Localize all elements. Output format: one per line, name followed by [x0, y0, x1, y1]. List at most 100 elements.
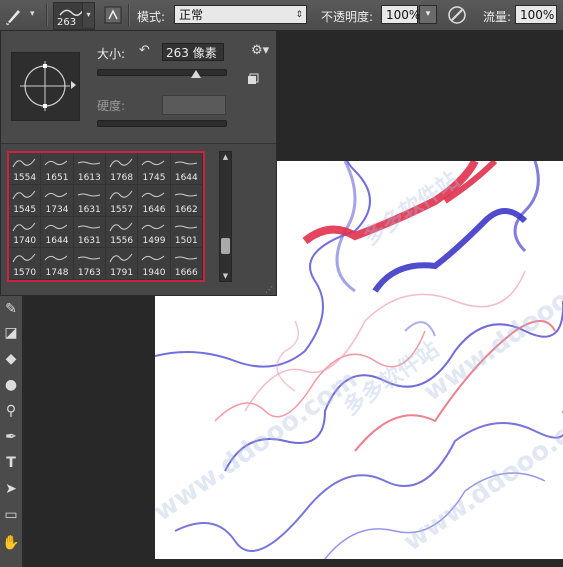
type-tool-icon[interactable]: T — [2, 454, 20, 472]
size-input[interactable]: 263 像素 — [162, 43, 224, 61]
brush-stroke-thumbnail-icon — [44, 255, 68, 261]
eraser-tool-icon[interactable]: ◪ — [2, 324, 20, 342]
brush-stroke-thumbnail-icon — [174, 161, 197, 165]
brush-preset-item[interactable]: 1768 — [105, 153, 139, 185]
brush-preset-item[interactable]: 1791 — [105, 248, 139, 280]
brush-tool-icon[interactable]: ✎ — [2, 300, 20, 318]
brush-preset-item[interactable]: 1748 — [41, 248, 74, 280]
brush-preset-size: 1644 — [174, 172, 198, 183]
brush-preset-item[interactable]: 1644 — [41, 216, 74, 249]
brush-preset-item[interactable]: 1646 — [138, 184, 171, 217]
brush-preset-item[interactable]: 1554 — [9, 153, 42, 185]
brush-preset-item[interactable]: 1666 — [170, 248, 203, 280]
rectangle-tool-icon[interactable]: ▭ — [2, 506, 20, 524]
brush-preset-item[interactable]: 1734 — [41, 184, 74, 217]
brush-stroke-thumbnail-icon — [141, 160, 165, 166]
brush-preset-size: 1791 — [110, 268, 134, 278]
brush-stroke-thumbnail-icon — [12, 253, 36, 263]
brush-stroke-thumbnail-icon — [77, 225, 100, 228]
pressure-opacity-icon[interactable] — [446, 4, 468, 26]
brush-preset-item[interactable]: 1631 — [73, 184, 106, 217]
toolbox: ✎ ◪ ◆ ● ⚲ ✒ T ➤ ▭ ✋ — [0, 296, 23, 567]
brush-preset-size: 1613 — [77, 172, 101, 183]
hand-tool-icon[interactable]: ✋ — [2, 534, 20, 552]
brush-stroke-thumbnail-icon — [44, 192, 68, 198]
preset-list: 1554 1651 1613 1768 1745 1644 1545 1734 1631 1557… — [1, 145, 276, 295]
brush-stroke-thumbnail-icon — [44, 160, 68, 166]
size-slider-thumb[interactable] — [191, 70, 201, 78]
brush-stroke-thumbnail-icon — [44, 224, 68, 229]
hardness-input — [162, 95, 226, 115]
flow-input[interactable]: 100% — [515, 5, 557, 24]
brush-preset-picker-button[interactable]: 263 ▾ — [53, 2, 95, 30]
mode-label: 模式: — [137, 10, 166, 24]
brush-preset-size: 1768 — [110, 172, 134, 183]
brush-preset-item[interactable]: 1613 — [73, 153, 106, 185]
preset-scrollbar[interactable]: ▲ ▼ — [219, 151, 232, 282]
brush-preset-item[interactable]: 1499 — [138, 216, 171, 249]
mode-select[interactable]: 正常 ⇕ — [174, 5, 307, 24]
gear-icon[interactable]: ⚙▾ — [251, 43, 269, 58]
brush-preset-item[interactable]: 1745 — [138, 153, 171, 185]
reset-size-icon[interactable]: ↶ — [139, 43, 153, 58]
chevron-right-icon — [71, 81, 76, 89]
dodge-tool-icon[interactable]: ⚲ — [2, 402, 20, 420]
brush-preset-item[interactable]: 1501 — [170, 216, 203, 249]
brush-stroke-thumbnail-icon — [141, 192, 165, 198]
brush-preset-size: 1501 — [174, 236, 198, 247]
brush-preset-item[interactable]: 1545 — [9, 184, 42, 217]
brush-tip-preview[interactable] — [11, 52, 80, 121]
scroll-thumb[interactable] — [221, 238, 230, 254]
brush-stroke-thumbnail-icon — [109, 190, 133, 199]
brush-preset-size: 1557 — [110, 204, 134, 215]
opacity-input[interactable]: 100% — [381, 5, 420, 24]
hardness-slider-track — [97, 120, 227, 127]
new-preset-icon[interactable] — [247, 73, 259, 85]
mode-value: 正常 — [179, 8, 204, 22]
scroll-up-icon[interactable]: ▲ — [220, 152, 231, 162]
brush-preset-item[interactable]: 1557 — [105, 184, 139, 217]
brush-tool-icon[interactable] — [4, 4, 26, 26]
brush-preset-size: 1556 — [110, 236, 134, 247]
scroll-down-icon[interactable]: ▼ — [220, 271, 231, 281]
brush-stroke-thumbnail-icon — [77, 193, 100, 197]
brush-preset-item[interactable]: 1644 — [170, 153, 203, 185]
brush-stroke-thumbnail-icon — [77, 256, 100, 260]
brush-preset-size: 1662 — [174, 204, 198, 215]
brush-preset-size: 1631 — [77, 204, 101, 215]
brush-stroke-thumbnail-icon — [174, 256, 197, 260]
size-slider-track[interactable] — [97, 69, 227, 76]
brush-panel-toggle-icon[interactable] — [103, 5, 123, 25]
brush-preset-item[interactable]: 1651 — [41, 153, 74, 185]
brush-preset-item[interactable]: 1570 — [9, 248, 42, 280]
opacity-label: 不透明度: — [321, 10, 374, 24]
brush-preset-item[interactable]: 1763 — [73, 248, 106, 280]
size-label: 大小: — [97, 47, 126, 61]
brush-preset-size: 1666 — [174, 268, 198, 278]
opacity-slider-button[interactable]: ▾ — [419, 5, 437, 24]
brush-preset-item[interactable]: 1631 — [73, 216, 106, 249]
tool-preset-dropdown-icon[interactable]: ▾ — [30, 9, 35, 19]
resize-grip-icon[interactable]: ⋰ — [265, 285, 273, 294]
brush-stroke-thumbnail-icon — [12, 158, 36, 168]
brush-stroke-thumbnail-icon — [109, 253, 133, 263]
brush-preset-item[interactable]: 1556 — [105, 216, 139, 249]
brush-settings: 大小: ↶ 263 像素 ⚙▾ 硬度: — [1, 31, 276, 143]
pen-tool-icon[interactable]: ✒ — [2, 428, 20, 446]
paint-bucket-icon[interactable]: ◆ — [2, 350, 20, 368]
brush-preset-item[interactable]: 1940 — [138, 248, 171, 280]
brush-preset-size: 1570 — [13, 268, 37, 278]
blur-tool-icon[interactable]: ● — [2, 376, 20, 394]
brush-preset-size: 1748 — [45, 268, 69, 278]
brush-stroke-thumbnail-icon — [174, 193, 197, 197]
brush-preset-item[interactable]: 1662 — [170, 184, 203, 217]
divider — [128, 4, 130, 26]
brush-preset-item[interactable]: 1740 — [9, 216, 42, 249]
divider — [46, 4, 48, 26]
brush-preset-size: 1499 — [142, 236, 166, 247]
brush-preset-picker: 大小: ↶ 263 像素 ⚙▾ 硬度: 1554 1651 1613 1768 1745… — [0, 30, 277, 296]
path-selection-icon[interactable]: ➤ — [2, 480, 20, 498]
brush-stroke-thumbnail-icon — [141, 255, 165, 261]
chevron-down-icon: ▾ — [82, 3, 94, 27]
brush-preset-size: 1745 — [142, 172, 166, 183]
